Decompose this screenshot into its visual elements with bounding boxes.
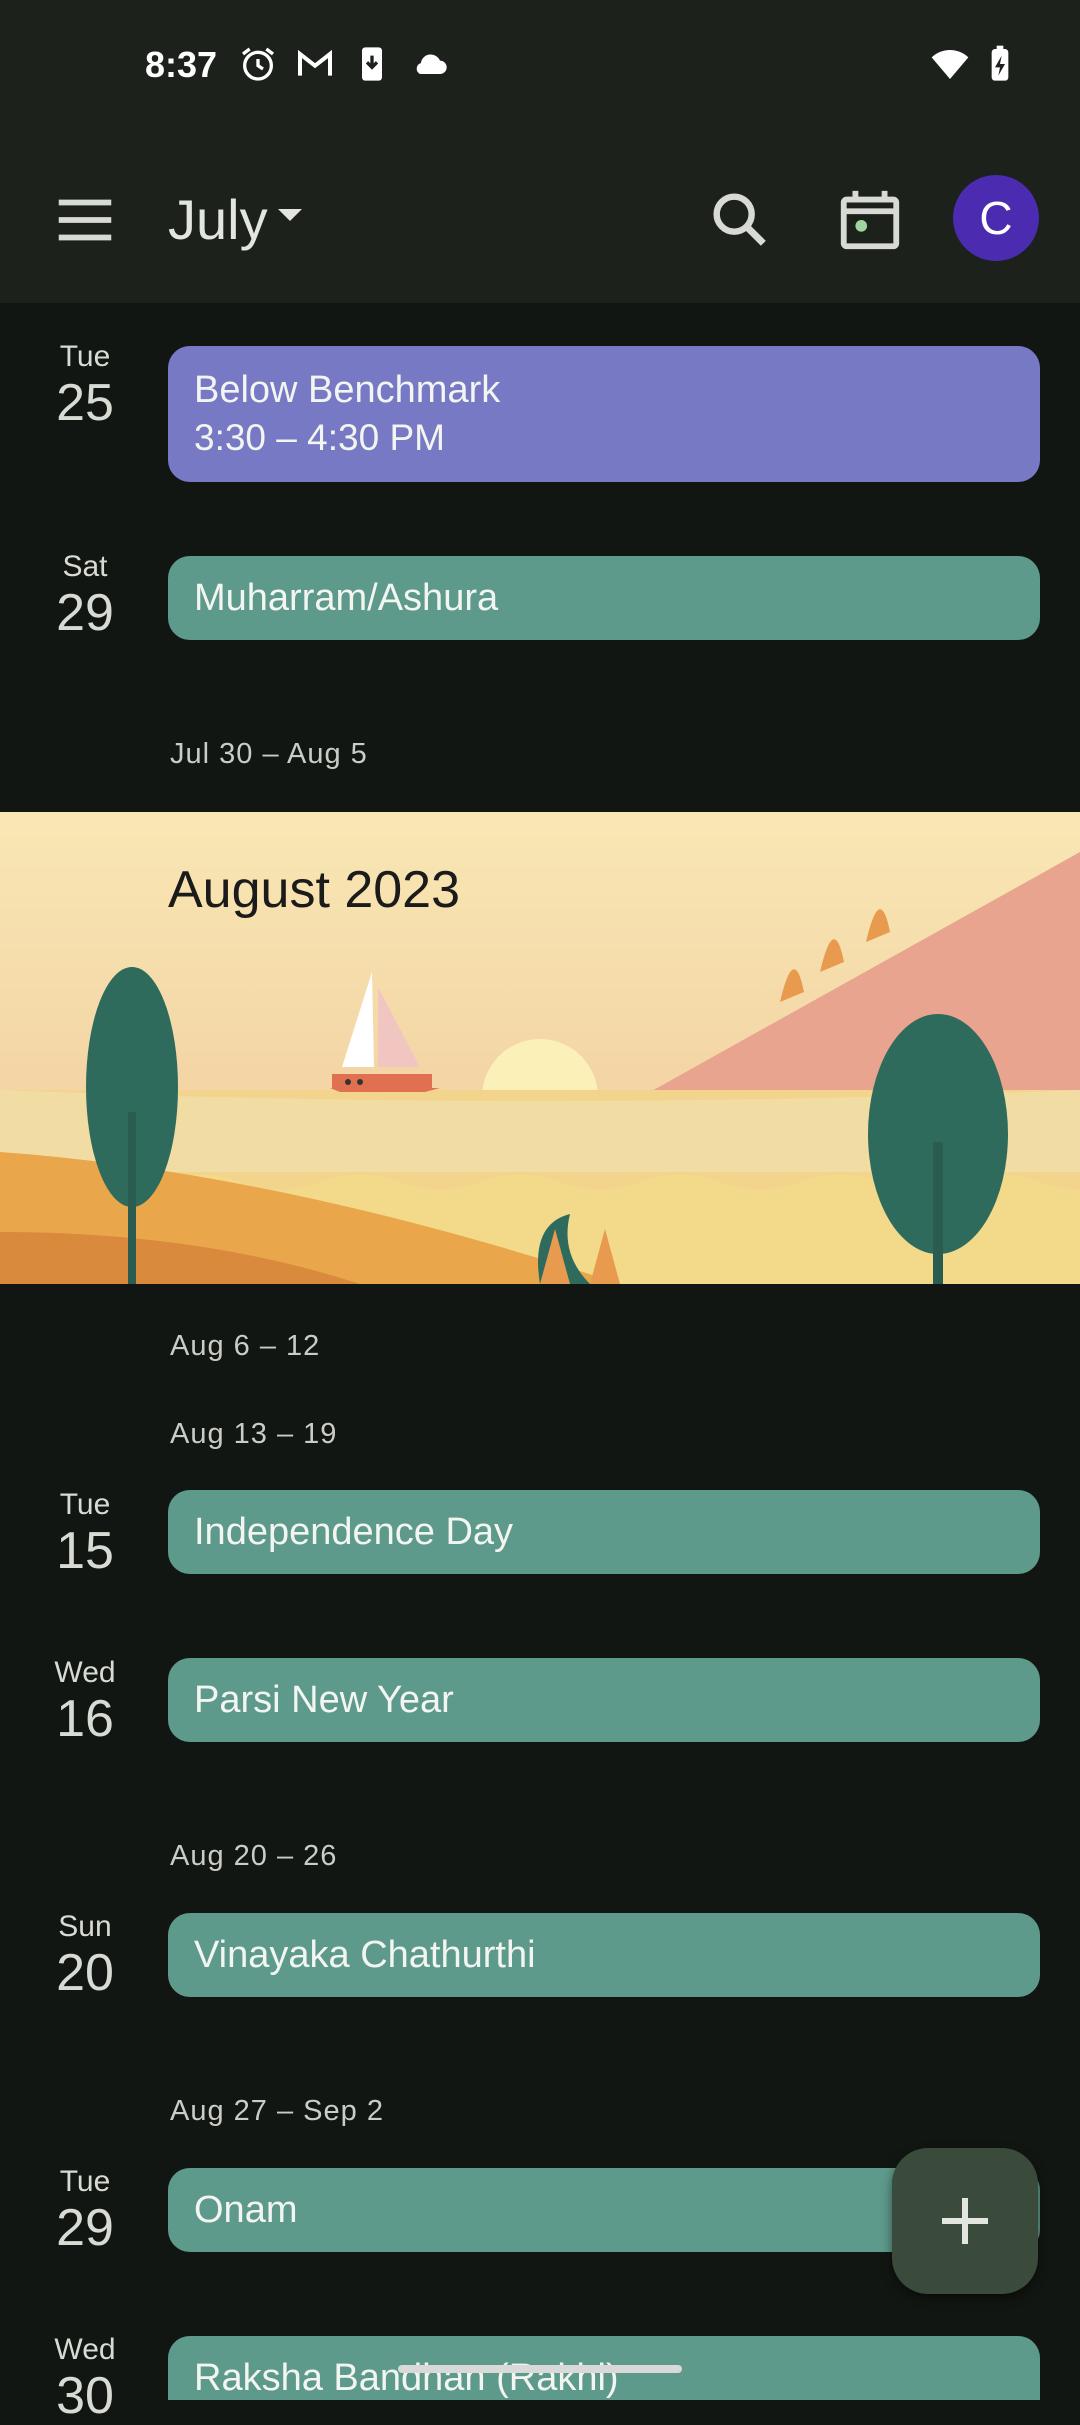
day-label: Wed 30 — [54, 2333, 116, 2425]
gesture-nav-handle[interactable] — [398, 2365, 682, 2373]
event-title: Raksha Bandhan (Rakhi) — [194, 2357, 619, 2399]
event-chip[interactable]: Muharram/Ashura — [168, 556, 1040, 640]
week-range: Jul 30 – Aug 5 — [170, 738, 368, 770]
day-label: Tue 25 — [56, 340, 114, 432]
event-title: Onam — [194, 2189, 298, 2231]
day-label: Sun 20 — [56, 1910, 114, 2002]
calendar-today-icon[interactable] — [835, 185, 905, 255]
status-time: 8:37 — [145, 44, 218, 85]
week-range: Aug 13 – 19 — [170, 1418, 338, 1450]
search-icon[interactable] — [705, 185, 775, 255]
alarm-icon — [242, 47, 274, 81]
menu-icon[interactable] — [50, 185, 120, 255]
week-range: Aug 20 – 26 — [170, 1840, 338, 1872]
event-title: Muharram/Ashura — [194, 577, 499, 619]
plus-icon — [942, 2198, 988, 2244]
event-chip[interactable]: Independence Day — [168, 1490, 1040, 1574]
event-title: Below Benchmark — [194, 369, 501, 411]
battery-charging-icon — [991, 45, 1009, 81]
cloud-icon — [416, 54, 447, 74]
avatar[interactable]: C — [953, 175, 1039, 261]
day-label: Sat 29 — [56, 550, 114, 642]
status-bar: 8:37 — [0, 0, 1080, 135]
wifi-icon — [931, 50, 969, 79]
day-label: Wed 16 — [54, 1656, 116, 1748]
download-icon — [362, 47, 382, 81]
month-banner: August 2023 — [0, 812, 1080, 1284]
event-time: 3:30 – 4:30 PM — [194, 417, 445, 458]
day-label: Tue 29 — [56, 2165, 114, 2257]
event-title: Parsi New Year — [194, 1679, 454, 1721]
month-banner-title: August 2023 — [168, 861, 461, 919]
event-chip[interactable]: Vinayaka Chathurthi — [168, 1913, 1040, 1997]
event-chip[interactable]: Parsi New Year — [168, 1658, 1040, 1742]
create-event-button[interactable] — [892, 2148, 1038, 2294]
app-bar: July C — [0, 135, 1080, 303]
month-selector[interactable]: July — [168, 185, 268, 255]
event-title: Vinayaka Chathurthi — [194, 1934, 536, 1976]
day-label: Tue 15 — [56, 1488, 114, 1580]
august-illustration — [0, 812, 1080, 1284]
event-title: Independence Day — [194, 1511, 514, 1553]
gmail-icon — [298, 49, 332, 76]
week-range: Aug 6 – 12 — [170, 1330, 321, 1362]
chevron-down-icon[interactable] — [278, 209, 302, 221]
week-range: Aug 27 – Sep 2 — [170, 2095, 384, 2127]
event-chip[interactable]: Below Benchmark 3:30 – 4:30 PM — [168, 346, 1040, 482]
